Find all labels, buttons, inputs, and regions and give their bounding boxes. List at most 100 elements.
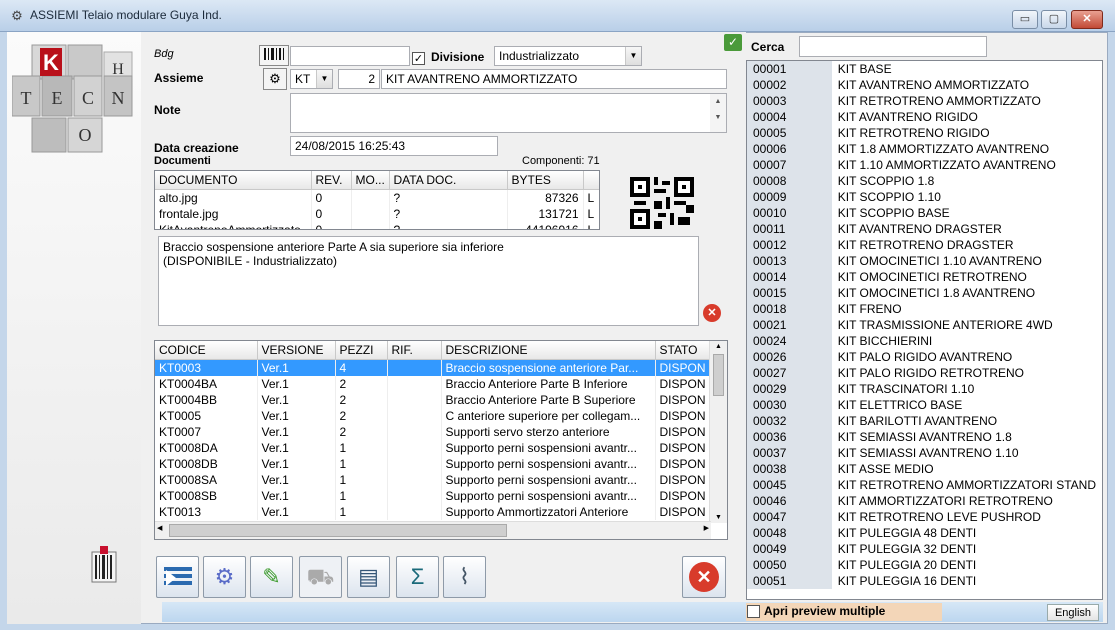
package-icon	[91, 546, 117, 583]
kit-row[interactable]: 00002 KIT AVANTRENO AMMORTIZZATO	[747, 77, 1102, 93]
kit-row[interactable]: 00032 KIT BARILOTTI AVANTRENO	[747, 413, 1102, 429]
kit-row[interactable]: 00029 KIT TRASCINATORI 1.10	[747, 381, 1102, 397]
component-description-box[interactable]: Braccio sospensione anteriore Parte A si…	[158, 236, 699, 326]
kit-row[interactable]: 00027 KIT PALO RIGIDO RETROTRENO	[747, 365, 1102, 381]
document-row[interactable]: alto.jpg 0 ? 87326 L	[155, 189, 599, 206]
assieme-prefix-select[interactable]: KT ▼	[290, 69, 333, 89]
divisione-select[interactable]: Industrializzato ▼	[494, 46, 642, 66]
component-row[interactable]: KT0005 Ver.1 2 C anteriore superiore per co…	[155, 408, 712, 424]
component-ref	[387, 488, 442, 504]
component-pieces: 2	[335, 424, 388, 440]
kit-row[interactable]: 00018 KIT FRENO	[747, 301, 1102, 317]
component-row[interactable]: KT0008DB Ver.1 1 Supporto perni sospensioni…	[155, 456, 712, 472]
kit-row[interactable]: 00012 KIT RETROTRENO DRAGSTER	[747, 237, 1102, 253]
kit-row[interactable]: 00021 KIT TRASMISSIONE ANTERIORE 4WD	[747, 317, 1102, 333]
component-row[interactable]: KT0008SA Ver.1 1 Supporto perni sospensioni…	[155, 472, 712, 488]
doc-header-rev[interactable]: REV.	[311, 171, 352, 190]
card-button[interactable]: ▤	[347, 556, 390, 598]
clear-description-button[interactable]: ✕	[703, 304, 721, 322]
components-horizontal-scrollbar[interactable]: ◀ ▶	[155, 521, 711, 539]
kit-row[interactable]: 00050 KIT PULEGGIA 20 DENTI	[747, 557, 1102, 573]
comp-header-pezzi[interactable]: PEZZI	[335, 341, 388, 360]
attachment-button[interactable]: ⌇	[443, 556, 486, 598]
kit-row[interactable]: 00037 KIT SEMIASSI AVANTRENO 1.10	[747, 445, 1102, 461]
kit-row[interactable]: 00030 KIT ELETTRICO BASE	[747, 397, 1102, 413]
settings-gear-button[interactable]: ⚙	[203, 556, 246, 598]
description-line-2: (DISPONIBILE - Industrializzato)	[163, 254, 338, 268]
kit-code: 00027	[747, 365, 832, 381]
kit-row[interactable]: 00010 KIT SCOPPIO BASE	[747, 205, 1102, 221]
maximize-button[interactable]: ▢	[1041, 10, 1067, 29]
qr-code-icon[interactable]	[630, 177, 694, 229]
kit-row[interactable]: 00038 KIT ASSE MEDIO	[747, 461, 1102, 477]
cart-button[interactable]: ⛟	[299, 556, 342, 598]
kit-row[interactable]: 00004 KIT AVANTRENO RIGIDO	[747, 109, 1102, 125]
component-row[interactable]: KT0004BB Ver.1 2 Braccio Anteriore Parte B …	[155, 392, 712, 408]
edit-pencil-button[interactable]: ✎	[250, 556, 293, 598]
kit-row[interactable]: 00013 KIT OMOCINETICI 1.10 AVANTRENO	[747, 253, 1102, 269]
sum-button[interactable]: Σ	[396, 556, 439, 598]
kit-row[interactable]: 00003 KIT RETROTRENO AMMORTIZZATO	[747, 93, 1102, 109]
component-row[interactable]: KT0013 Ver.1 1 Supporto Ammortizzatori Ante…	[155, 504, 712, 520]
list-view-button[interactable]	[156, 556, 199, 598]
kit-row[interactable]: 00049 KIT PULEGGIA 32 DENTI	[747, 541, 1102, 557]
close-window-button[interactable]: ✕	[1071, 10, 1103, 29]
search-input[interactable]	[799, 36, 987, 57]
app-icon: ⚙	[11, 8, 23, 23]
assieme-number-input[interactable]: 2	[338, 69, 380, 89]
kit-row[interactable]: 00015 KIT OMOCINETICI 1.8 AVANTRENO	[747, 285, 1102, 301]
minimize-button[interactable]: ▭	[1012, 10, 1038, 29]
component-row[interactable]: KT0008DA Ver.1 1 Supporto perni sospensioni…	[155, 440, 712, 456]
document-row[interactable]: KitAvantrenoAmmortizzato... 0 ? 44196916…	[155, 222, 599, 229]
kit-row[interactable]: 00005 KIT RETROTRENO RIGIDO	[747, 125, 1102, 141]
kit-row[interactable]: 00026 KIT PALO RIGIDO AVANTRENO	[747, 349, 1102, 365]
kit-row[interactable]: 00045 KIT RETROTRENO AMMORTIZZATORI STAND	[747, 477, 1102, 493]
document-row[interactable]: frontale.jpg 0 ? 131721 L	[155, 206, 599, 222]
kit-row[interactable]: 00036 KIT SEMIASSI AVANTRENO 1.8	[747, 429, 1102, 445]
kit-row[interactable]: 00014 KIT OMOCINETICI RETROTRENO	[747, 269, 1102, 285]
comp-header-rif[interactable]: RIF.	[387, 341, 442, 360]
kit-row[interactable]: 00007 KIT 1.10 AMMORTIZZATO AVANTRENO	[747, 157, 1102, 173]
assembly-icon[interactable]: ⚙	[263, 68, 287, 90]
preview-multiple-checkbox[interactable]	[747, 605, 760, 618]
kit-row[interactable]: 00046 KIT AMMORTIZZATORI RETROTRENO	[747, 493, 1102, 509]
divisione-checkbox[interactable]: ✓	[412, 52, 425, 65]
kit-code: 00013	[747, 253, 832, 269]
component-row[interactable]: KT0008SB Ver.1 1 Supporto perni sospensioni…	[155, 488, 712, 504]
comp-header-versione[interactable]: VERSIONE	[257, 341, 336, 360]
bdg-input[interactable]	[290, 46, 410, 66]
comp-header-stato[interactable]: STATO	[655, 341, 712, 360]
language-button[interactable]: English	[1047, 604, 1099, 621]
barcode-icon[interactable]	[259, 45, 289, 66]
component-row[interactable]: KT0004BA Ver.1 2 Braccio Anteriore Parte B …	[155, 376, 712, 392]
kit-row[interactable]: 00008 KIT SCOPPIO 1.8	[747, 173, 1102, 189]
component-description: Supporto perni sospensioni avantr...	[441, 472, 656, 488]
doc-header-mo[interactable]: MO...	[351, 171, 390, 190]
component-row[interactable]: KT0007 Ver.1 2 Supporti servo sterzo anteri…	[155, 424, 712, 440]
comp-header-descrizione[interactable]: DESCRIZIONE	[441, 341, 656, 360]
kit-row[interactable]: 00009 KIT SCOPPIO 1.10	[747, 189, 1102, 205]
kit-row[interactable]: 00001 KIT BASE	[747, 61, 1102, 77]
kit-row[interactable]: 00047 KIT RETROTRENO LEVE PUSHROD	[747, 509, 1102, 525]
doc-bytes: 131721	[507, 206, 584, 222]
doc-header-bytes[interactable]: BYTES	[507, 171, 584, 190]
note-textarea[interactable]	[290, 93, 727, 133]
component-status: DISPON	[655, 472, 712, 488]
cancel-button[interactable]: ✕	[682, 556, 726, 598]
kit-row[interactable]: 00051 KIT PULEGGIA 16 DENTI	[747, 573, 1102, 589]
doc-header-documento[interactable]: DOCUMENTO	[155, 171, 312, 190]
doc-header-data-doc[interactable]: DATA DOC.	[389, 171, 508, 190]
note-scrollbar[interactable]: ▲ ▼	[710, 94, 726, 132]
component-row[interactable]: KT0003 Ver.1 4 Braccio sospensione anterior…	[155, 359, 712, 376]
confirm-check-icon[interactable]: ✓	[724, 34, 742, 51]
kit-row[interactable]: 00024 KIT BICCHIERINI	[747, 333, 1102, 349]
kit-row[interactable]: 00011 KIT AVANTRENO DRAGSTER	[747, 221, 1102, 237]
components-vertical-scrollbar[interactable]: ▲ ▼	[709, 341, 727, 523]
component-version: Ver.1	[257, 472, 336, 488]
assieme-description-input[interactable]: KIT AVANTRENO AMMORTIZZATO	[381, 69, 727, 89]
component-pieces: 2	[335, 376, 388, 392]
kit-row[interactable]: 00006 KIT 1.8 AMMORTIZZATO AVANTRENO	[747, 141, 1102, 157]
comp-header-codice[interactable]: CODICE	[155, 341, 258, 360]
component-pieces: 1	[335, 504, 388, 520]
kit-row[interactable]: 00048 KIT PULEGGIA 48 DENTI	[747, 525, 1102, 541]
